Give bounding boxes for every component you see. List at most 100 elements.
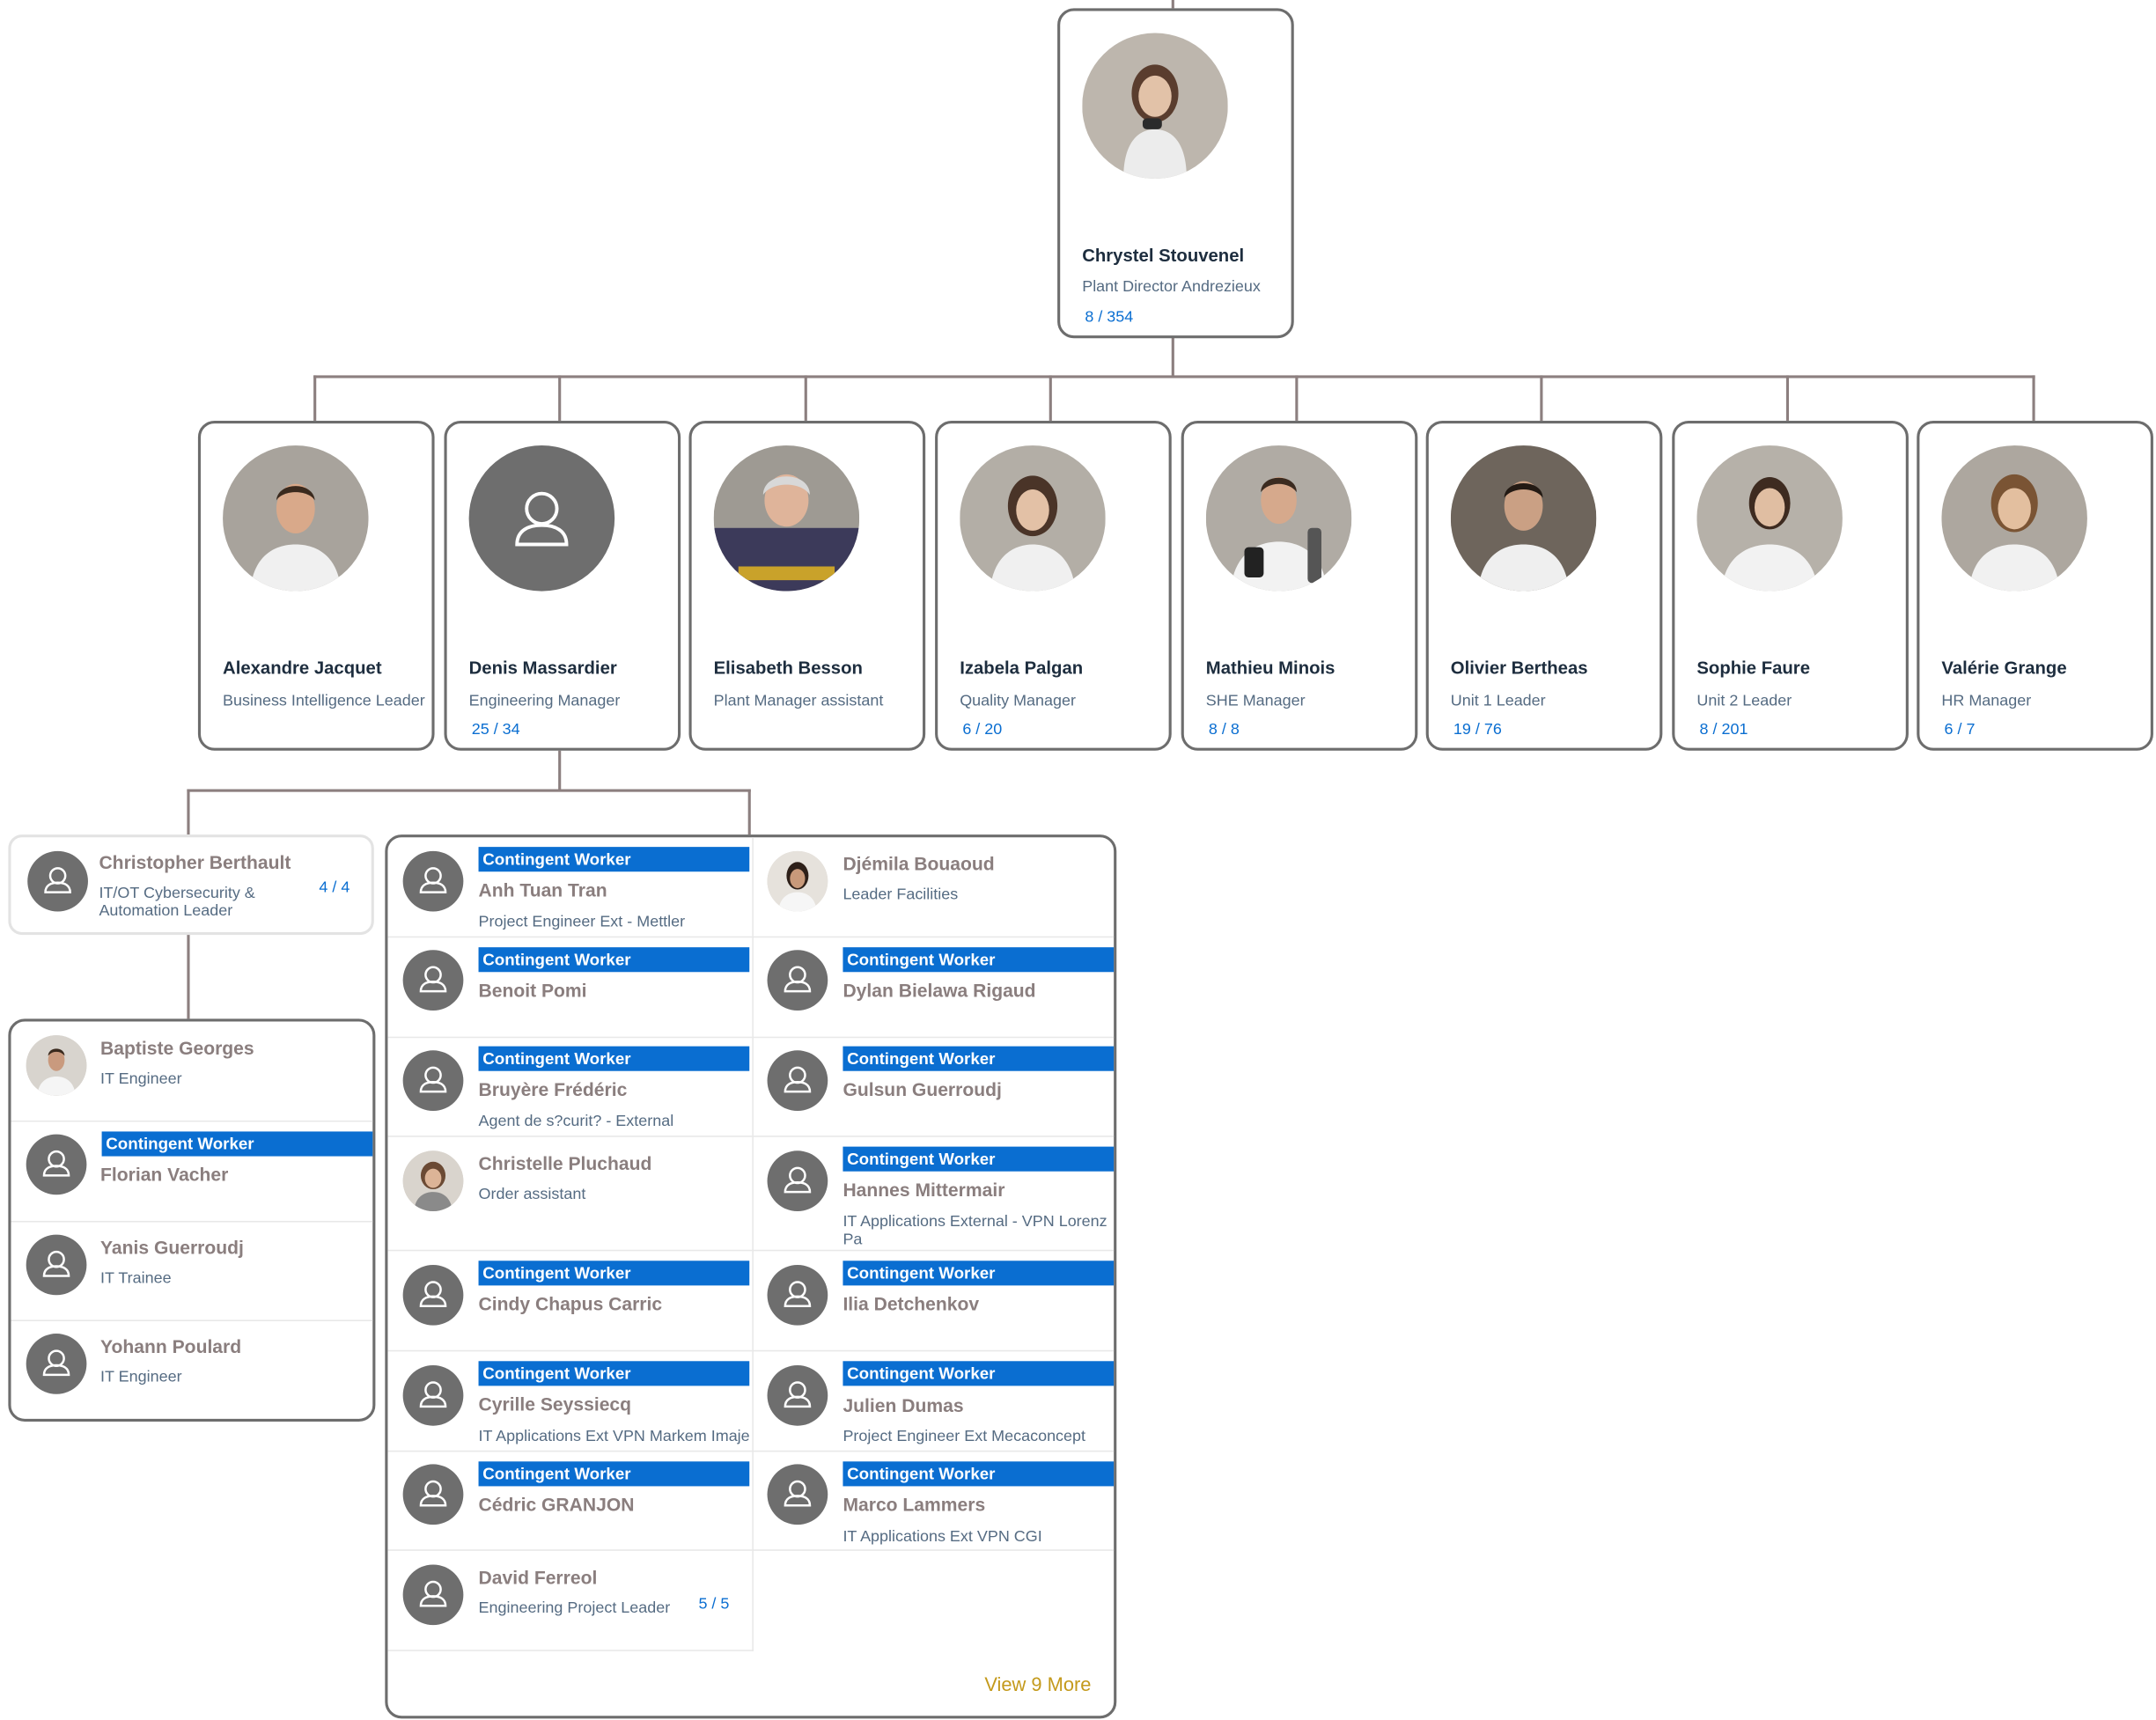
person-title: Plant Director Andrezieux bbox=[1082, 279, 1261, 296]
person-name: Bruyère Frédéric bbox=[478, 1079, 628, 1100]
person-name: Olivier Bertheas bbox=[1450, 657, 1588, 679]
person-photo bbox=[223, 445, 369, 592]
person-placeholder-icon bbox=[767, 1464, 828, 1525]
contingent-worker-badge: Contingent Worker bbox=[843, 947, 1115, 973]
direct-report-count[interactable]: 5 / 5 bbox=[698, 1596, 729, 1613]
report-card-mathieu-minois[interactable]: Mathieu Minois SHE Manager 8 / 8 bbox=[1181, 420, 1418, 751]
person-placeholder-icon bbox=[767, 1050, 828, 1112]
person-name: Izabela Palgan bbox=[960, 657, 1084, 679]
connector-line bbox=[1540, 375, 1543, 421]
direct-report-count[interactable]: 6 / 20 bbox=[962, 722, 1002, 739]
contingent-worker-badge: Contingent Worker bbox=[478, 1461, 750, 1487]
person-placeholder-icon bbox=[767, 1364, 828, 1426]
column-divider bbox=[752, 837, 754, 1651]
row-divider bbox=[387, 1549, 1115, 1551]
report-card-olivier-bertheas[interactable]: Olivier Bertheas Unit 1 Leader 19 / 76 bbox=[1425, 420, 1663, 751]
person-placeholder-icon bbox=[402, 1564, 464, 1626]
contingent-worker-badge: Contingent Worker bbox=[843, 1461, 1115, 1487]
direct-report-count[interactable]: 25 / 34 bbox=[472, 722, 520, 739]
person-title: Plant Manager assistant bbox=[713, 693, 884, 709]
direct-report-count[interactable]: 6 / 7 bbox=[1945, 722, 1976, 739]
person-name: David Ferreol bbox=[478, 1567, 598, 1588]
person-placeholder-icon bbox=[402, 850, 464, 912]
person-photo bbox=[767, 850, 828, 912]
person-title: IT Applications Ext VPN Markem Imaje bbox=[478, 1428, 750, 1445]
contingent-worker-badge: Contingent Worker bbox=[478, 1046, 750, 1071]
person-title: Business Intelligence Leader bbox=[223, 693, 425, 709]
connector-line bbox=[1785, 375, 1790, 421]
person-title: Agent de s?curit? - External bbox=[478, 1114, 674, 1130]
person-placeholder-icon bbox=[402, 1264, 464, 1326]
row-divider bbox=[387, 1036, 1115, 1039]
row-divider bbox=[11, 1319, 373, 1321]
person-name: Alexandre Jacquet bbox=[223, 657, 382, 679]
person-name: Baptiste Georges bbox=[100, 1038, 254, 1059]
connector-line bbox=[1171, 0, 1174, 9]
person-photo bbox=[26, 1035, 87, 1096]
report-card-denis-massardier[interactable]: Denis Massardier Engineering Manager 25 … bbox=[444, 420, 681, 751]
direct-report-count[interactable]: 19 / 76 bbox=[1453, 722, 1502, 739]
person-name: Christelle Pluchaud bbox=[478, 1153, 652, 1174]
row-divider bbox=[387, 1650, 754, 1651]
manager-card-christopher-berthault[interactable]: Christopher Berthault IT/OT Cybersecurit… bbox=[8, 834, 374, 936]
person-placeholder-icon bbox=[402, 950, 464, 1011]
person-placeholder-icon bbox=[402, 1364, 464, 1426]
person-photo bbox=[1450, 445, 1597, 592]
view-more-link[interactable]: View 9 More bbox=[984, 1673, 1091, 1695]
direct-report-count[interactable]: 8 / 8 bbox=[1209, 722, 1240, 739]
contingent-worker-badge: Contingent Worker bbox=[478, 847, 750, 872]
person-placeholder-icon bbox=[402, 1050, 464, 1112]
person-title: Project Engineer Ext - Mettler bbox=[478, 914, 686, 931]
person-photo bbox=[402, 1150, 464, 1212]
root-person-card[interactable]: Chrystel Stouvenel Plant Director Andrez… bbox=[1057, 8, 1294, 339]
person-title: Project Engineer Ext Mecaconcept bbox=[843, 1428, 1086, 1445]
person-title: Unit 1 Leader bbox=[1450, 693, 1546, 709]
row-divider bbox=[387, 1450, 1115, 1452]
person-name: Cédric GRANJON bbox=[478, 1494, 635, 1516]
connector-line bbox=[558, 750, 562, 791]
person-placeholder-icon bbox=[402, 1464, 464, 1525]
connector-line bbox=[313, 375, 317, 421]
person-placeholder-icon bbox=[767, 1150, 828, 1212]
person-name: Mathieu Minois bbox=[1205, 657, 1336, 679]
connector-line bbox=[747, 789, 751, 835]
contingent-worker-badge: Contingent Worker bbox=[843, 1261, 1115, 1286]
team-group-christopher: Baptiste Georges IT Engineer Contingent … bbox=[8, 1018, 376, 1422]
person-placeholder-icon bbox=[26, 1234, 87, 1296]
contingent-worker-badge: Contingent Worker bbox=[101, 1131, 373, 1157]
person-name: Cyrille Seyssiecq bbox=[478, 1393, 632, 1415]
person-title: Engineering Project Leader bbox=[478, 1600, 671, 1617]
person-name: Valérie Grange bbox=[1941, 657, 2067, 679]
person-name: Marco Lammers bbox=[843, 1494, 986, 1516]
person-name: Gulsun Guerroudj bbox=[843, 1079, 1002, 1100]
direct-report-count[interactable]: 8 / 354 bbox=[1085, 309, 1133, 326]
person-name: Denis Massardier bbox=[468, 657, 617, 679]
person-name: Julien Dumas bbox=[843, 1395, 964, 1416]
person-title: IT Engineer bbox=[100, 1070, 182, 1088]
contingent-worker-badge: Contingent Worker bbox=[478, 1261, 750, 1286]
person-title: IT Engineer bbox=[100, 1369, 182, 1386]
person-name: Yohann Poulard bbox=[100, 1336, 242, 1357]
person-photo bbox=[1696, 445, 1843, 592]
person-photo bbox=[713, 445, 860, 592]
direct-report-count[interactable]: 4 / 4 bbox=[319, 880, 350, 897]
person-title: Unit 2 Leader bbox=[1696, 693, 1792, 709]
report-card-sophie-faure[interactable]: Sophie Faure Unit 2 Leader 8 / 201 bbox=[1672, 420, 1909, 751]
report-card-elisabeth-besson[interactable]: Elisabeth Besson Plant Manager assistant bbox=[688, 420, 926, 751]
connector-line bbox=[1049, 375, 1052, 421]
person-name: Elisabeth Besson bbox=[713, 657, 863, 679]
row-divider bbox=[387, 1136, 1115, 1137]
report-card-izabela-palgan[interactable]: Izabela Palgan Quality Manager 6 / 20 bbox=[935, 420, 1172, 751]
connector-line bbox=[313, 375, 2035, 379]
person-title: Leader Facilities bbox=[843, 886, 959, 904]
contingent-worker-badge: Contingent Worker bbox=[843, 1146, 1115, 1172]
person-name: Sophie Faure bbox=[1696, 657, 1811, 679]
direct-report-count[interactable]: 8 / 201 bbox=[1700, 722, 1748, 739]
org-chart-canvas[interactable]: Chrystel Stouvenel Plant Director Andrez… bbox=[0, 0, 2156, 1720]
person-name: Chrystel Stouvenel bbox=[1082, 245, 1245, 266]
connector-line bbox=[1171, 336, 1174, 377]
report-card-alexandre-jacquet[interactable]: Alexandre Jacquet Business Intelligence … bbox=[197, 420, 435, 751]
connector-line bbox=[1295, 375, 1299, 421]
report-card-valerie-grange[interactable]: Valérie Grange HR Manager 6 / 7 bbox=[1917, 420, 2153, 751]
person-name: Hannes Mittermair bbox=[843, 1180, 1005, 1201]
